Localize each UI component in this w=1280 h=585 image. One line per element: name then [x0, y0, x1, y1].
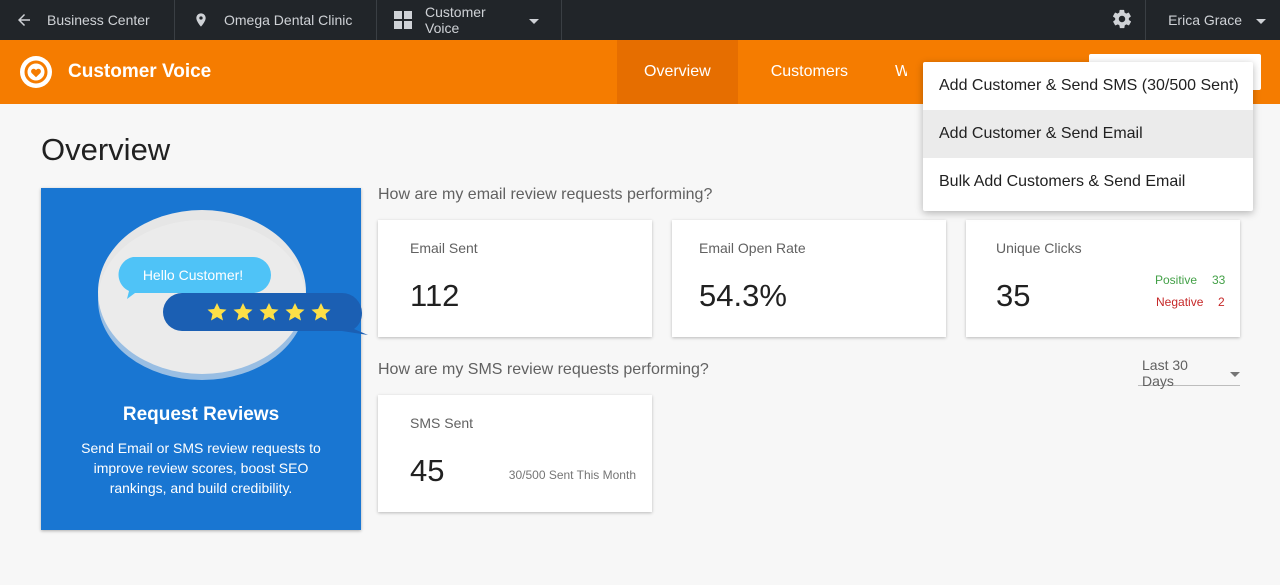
positive-label: Positive: [1155, 273, 1198, 287]
email-sent-value: 112: [410, 278, 460, 313]
review-illustration: Hello Customer!: [98, 210, 368, 380]
location-pin-icon: [191, 10, 211, 30]
email-open-rate-value: 54.3%: [699, 278, 787, 313]
menu-item-add-send-email[interactable]: Add Customer & Send Email: [923, 110, 1253, 158]
request-reviews-card[interactable]: Hello Customer! Request Reviews Send Ema…: [41, 188, 368, 530]
app-title: Customer Voice: [68, 61, 212, 82]
sms-sent-label: SMS Sent: [410, 415, 474, 431]
customer-voice-logo-icon: [20, 56, 52, 88]
location-label: Omega Dental Clinic: [224, 12, 353, 28]
location-selector[interactable]: Omega Dental Clinic: [175, 0, 377, 40]
user-name: Erica Grace: [1168, 12, 1242, 28]
tab-widget[interactable]: Wid: [871, 40, 907, 104]
back-label: Business Center: [47, 12, 150, 28]
negative-value: 2: [1218, 295, 1225, 309]
unique-clicks-label: Unique Clicks: [996, 240, 1082, 256]
settings-button[interactable]: [1098, 0, 1147, 40]
sms-section-question: How are my SMS review requests performin…: [378, 361, 709, 378]
date-range-select[interactable]: Last 30 Days: [1138, 356, 1240, 389]
negative-label: Negative: [1156, 295, 1204, 309]
promo-description: Send Email or SMS review requests to imp…: [81, 440, 321, 496]
gear-icon: [1111, 8, 1133, 33]
user-menu[interactable]: Erica Grace: [1146, 0, 1280, 40]
chevron-down-icon: [1256, 12, 1266, 28]
promo-title: Request Reviews: [122, 404, 280, 425]
top-bar: Business Center Omega Dental Clinic Cust…: [0, 0, 1280, 40]
menu-item-bulk-add-send-email[interactable]: Bulk Add Customers & Send Email: [923, 158, 1253, 206]
product-label: Customer Voice: [425, 4, 486, 36]
email-sent-card: Email Sent 112: [378, 220, 652, 337]
email-open-rate-label: Email Open Rate: [699, 240, 806, 256]
date-range-value: Last 30 Days: [1142, 356, 1188, 389]
unique-clicks-card: Unique Clicks 35 Positive 33 Negative 2: [966, 220, 1240, 337]
sms-sent-value: 45: [410, 453, 445, 488]
add-customer-menu: Add Customer & Send SMS (30/500 Sent) Ad…: [923, 62, 1253, 211]
unique-clicks-value: 35: [996, 278, 1031, 313]
tab-overview[interactable]: Overview: [617, 40, 738, 104]
tab-customers[interactable]: Customers: [738, 40, 871, 104]
arrow-back-icon: [14, 10, 34, 30]
email-section-question: How are my email review requests perform…: [378, 186, 713, 203]
chevron-down-icon: [1230, 365, 1240, 381]
back-to-business-center[interactable]: Business Center: [0, 0, 175, 40]
apps-grid-icon: [393, 10, 412, 30]
menu-item-add-send-sms[interactable]: Add Customer & Send SMS (30/500 Sent): [923, 62, 1253, 110]
email-sent-label: Email Sent: [410, 240, 478, 256]
main-nav: Overview Customers Wid: [617, 40, 907, 104]
page-title: Overview: [41, 132, 171, 167]
sms-sent-card: SMS Sent 45 30/500 Sent This Month: [378, 395, 652, 512]
positive-value: 33: [1212, 273, 1226, 287]
chevron-down-icon: [529, 12, 539, 28]
email-open-rate-card: Email Open Rate 54.3%: [672, 220, 946, 337]
bubble-text: Hello Customer!: [143, 267, 243, 283]
sms-sent-note: 30/500 Sent This Month: [508, 468, 636, 482]
product-switcher[interactable]: Customer Voice: [377, 0, 562, 40]
